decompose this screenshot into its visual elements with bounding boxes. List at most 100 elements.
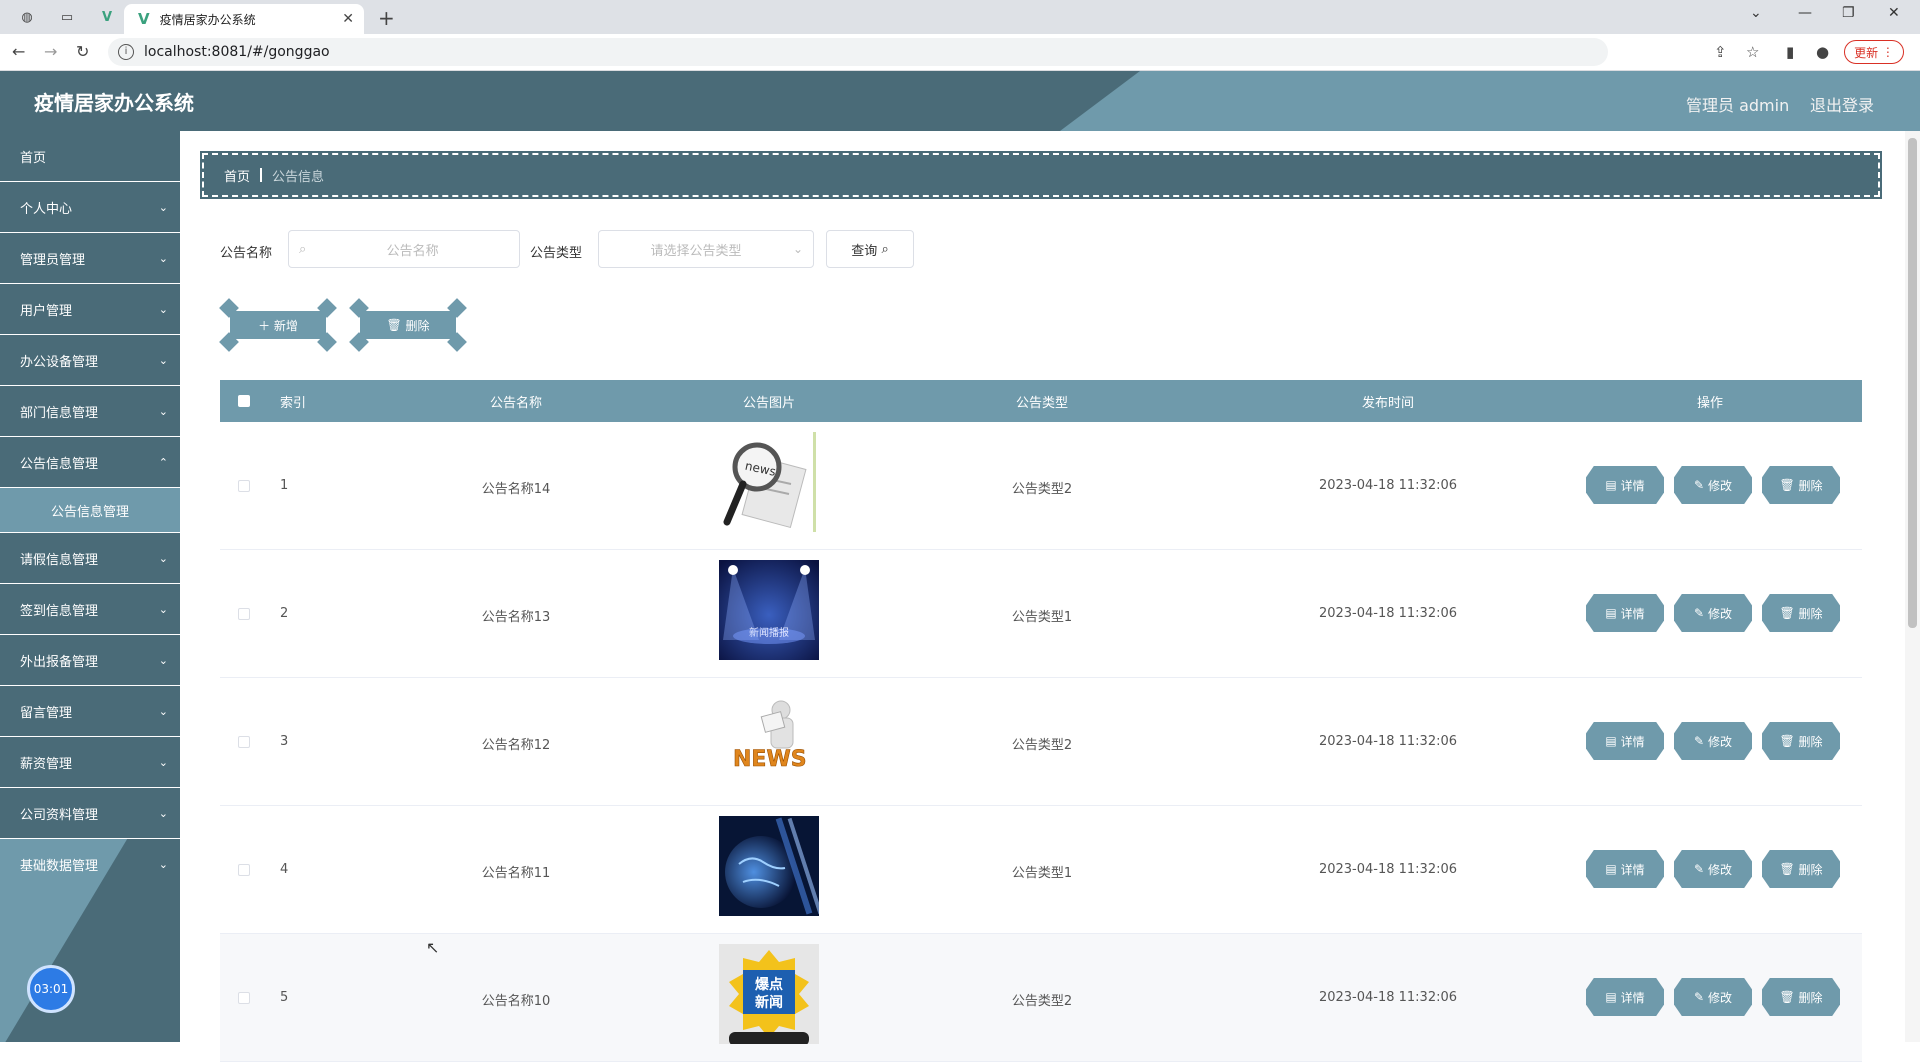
timer-badge[interactable]: 03:01 [27, 965, 75, 1013]
delete-button[interactable]: 🗑 删除 [1762, 594, 1840, 632]
sidebar-item-home[interactable]: 首页 [0, 131, 180, 182]
profile-icon[interactable]: ● [1816, 43, 1829, 61]
batch-delete-button-body: 🗑 删除 [360, 311, 456, 339]
globe-news-image [719, 816, 819, 916]
breadcrumb-home[interactable]: 首页 [224, 166, 250, 185]
detail-button-label: 详情 [1620, 734, 1645, 749]
minimize-icon[interactable]: — [1798, 5, 1812, 21]
row-checkbox[interactable] [238, 608, 250, 620]
row-name: 公告名称12 [481, 738, 551, 753]
forward-icon[interactable]: → [44, 42, 57, 61]
sidebar-item-outing[interactable]: 外出报备管理 ⌄ [0, 635, 180, 686]
notice-table: 索引 公告名称 公告图片 公告类型 发布时间 操作 1 公告名称14 news … [220, 380, 1862, 1062]
detail-button-label: 详情 [1620, 478, 1645, 493]
search-icon: ⌕ [299, 241, 307, 257]
back-icon[interactable]: ← [12, 42, 25, 61]
detail-button[interactable]: ▤ 详情 [1586, 594, 1664, 632]
sidebar-item-leave[interactable]: 请假信息管理 ⌄ [0, 533, 180, 584]
header-actions: 操作 [1696, 395, 1723, 411]
app-title: 疫情居家办公系统 [34, 91, 194, 115]
header-index: 索引 [280, 395, 307, 411]
row-type: 公告类型1 [1011, 866, 1073, 881]
row-checkbox[interactable] [238, 992, 250, 1004]
batch-delete-button[interactable]: 🗑 删除 [349, 298, 467, 352]
site-info-icon[interactable]: i [118, 44, 134, 60]
restore-icon[interactable]: ❐ [1842, 5, 1855, 21]
sidebar-item-signin[interactable]: 签到信息管理 ⌄ [0, 584, 180, 635]
row-checkbox[interactable] [238, 864, 250, 876]
delete-button[interactable]: 🗑 删除 [1762, 850, 1840, 888]
sidebar-item-message[interactable]: 留言管理 ⌄ [0, 686, 180, 737]
reload-icon[interactable]: ↻ [76, 42, 89, 61]
close-window-icon[interactable]: ✕ [1888, 5, 1900, 21]
sidebar-subitem-notice[interactable]: 公告信息管理 [0, 488, 180, 533]
edit-button[interactable]: ✎ 修改 [1674, 466, 1752, 504]
delete-button[interactable]: 🗑 删除 [1762, 978, 1840, 1016]
news-figure-graphic: NEWS [719, 688, 819, 788]
image-text: 新闻 [755, 994, 783, 1011]
sidebar-item-label: 请假信息管理 [20, 552, 99, 568]
breaking-news-image: 爆点 新闻 [719, 944, 819, 1044]
delete-button[interactable]: 🗑 删除 [1762, 466, 1840, 504]
delete-button-label: 删除 [1798, 606, 1823, 621]
add-button[interactable]: ＋ 新增 [219, 298, 337, 352]
sidebar-item-equipment[interactable]: 办公设备管理 ⌄ [0, 335, 180, 386]
sidebar-item-base-data[interactable]: 基础数据管理 ⌄ [0, 839, 180, 889]
row-checkbox[interactable] [238, 736, 250, 748]
image-text: NEWS [733, 747, 807, 772]
edit-button-label: 修改 [1707, 862, 1732, 877]
row-type: 公告类型1 [1011, 610, 1073, 625]
trash-icon: 🗑 [386, 318, 402, 332]
globe-news-graphic [719, 816, 819, 916]
trash-icon: 🗑 [1779, 862, 1795, 876]
share-icon[interactable]: ⇪ [1714, 43, 1727, 61]
active-tab[interactable]: V 疫情居家办公系统 ✕ [124, 4, 364, 34]
row-checkbox[interactable] [238, 480, 250, 492]
vue-tab-icon[interactable]: V [96, 6, 118, 28]
edit-button[interactable]: ✎ 修改 [1674, 850, 1752, 888]
logout-link[interactable]: 退出登录 [1810, 92, 1874, 116]
sidebar-item-notice[interactable]: 公告信息管理 ⌃ [0, 437, 180, 488]
sidebar-item-users[interactable]: 用户管理 ⌄ [0, 284, 180, 335]
sidebar: 首页 个人中心 ⌄ 管理员管理 ⌄ 用户管理 ⌄ 办公设备管理 ⌄ 部门信息管理 ⌄ 公告… [0, 131, 180, 1042]
sidebar-item-salary[interactable]: 薪资管理 ⌄ [0, 737, 180, 788]
row-time: 2023-04-18 11:32:06 [1318, 478, 1458, 493]
sidebar-item-admin[interactable]: 管理员管理 ⌄ [0, 233, 180, 284]
detail-button[interactable]: ▤ 详情 [1586, 722, 1664, 760]
sidebar-item-profile[interactable]: 个人中心 ⌄ [0, 182, 180, 233]
notice-name-input[interactable]: ⌕ 公告名称 [288, 230, 520, 268]
spotlight-news-image: 新闻播报 [719, 560, 819, 660]
notice-type-select[interactable]: 请选择公告类型 ⌄ [598, 230, 814, 268]
detail-button[interactable]: ▤ 详情 [1586, 850, 1664, 888]
edit-button[interactable]: ✎ 修改 [1674, 978, 1752, 1016]
sidebar-item-department[interactable]: 部门信息管理 ⌄ [0, 386, 180, 437]
add-button-body: ＋ 新增 [230, 311, 326, 339]
image-text: 爆点 [755, 976, 783, 993]
globe-icon[interactable]: ◍ [16, 6, 38, 28]
tab-search-icon[interactable]: ⌄ [1750, 5, 1762, 21]
bookmark-star-icon[interactable]: ☆ [1746, 43, 1759, 61]
new-tab-icon[interactable]: + [378, 6, 395, 30]
chevron-down-icon: ⌄ [158, 806, 168, 820]
sidebar-item-label: 外出报备管理 [20, 654, 99, 670]
side-panel-icon[interactable]: ▮ [1786, 43, 1794, 61]
edit-button-label: 修改 [1707, 478, 1732, 493]
table-row: 3 公告名称12 NEWS 公告类型2 2023-04-18 11:32:06 … [220, 678, 1862, 806]
delete-button[interactable]: 🗑 删除 [1762, 722, 1840, 760]
search-form: 公告名称 ⌕ 公告名称 公告类型 请选择公告类型 ⌄ 查询 ⌕ [220, 230, 1720, 270]
select-all-checkbox[interactable] [238, 395, 250, 407]
pinned-tab-icon[interactable]: ▭ [56, 6, 78, 28]
detail-button[interactable]: ▤ 详情 [1586, 466, 1664, 504]
sidebar-item-company-docs[interactable]: 公司资料管理 ⌄ [0, 788, 180, 839]
scrollbar-thumb[interactable] [1908, 138, 1917, 628]
query-button[interactable]: 查询 ⌕ [826, 230, 914, 268]
detail-button[interactable]: ▤ 详情 [1586, 978, 1664, 1016]
breaking-news-graphic: 爆点 新闻 [719, 944, 819, 1044]
app-header: 疫情居家办公系统 管理员 admin 退出登录 [0, 71, 1920, 131]
edit-button[interactable]: ✎ 修改 [1674, 594, 1752, 632]
edit-button[interactable]: ✎ 修改 [1674, 722, 1752, 760]
url-field[interactable]: i localhost:8081/#/gonggao [108, 38, 1608, 66]
update-button[interactable]: 更新 ⋮ [1844, 40, 1904, 64]
magnifier-news-graphic: news [719, 432, 819, 532]
close-tab-icon[interactable]: ✕ [342, 11, 354, 27]
